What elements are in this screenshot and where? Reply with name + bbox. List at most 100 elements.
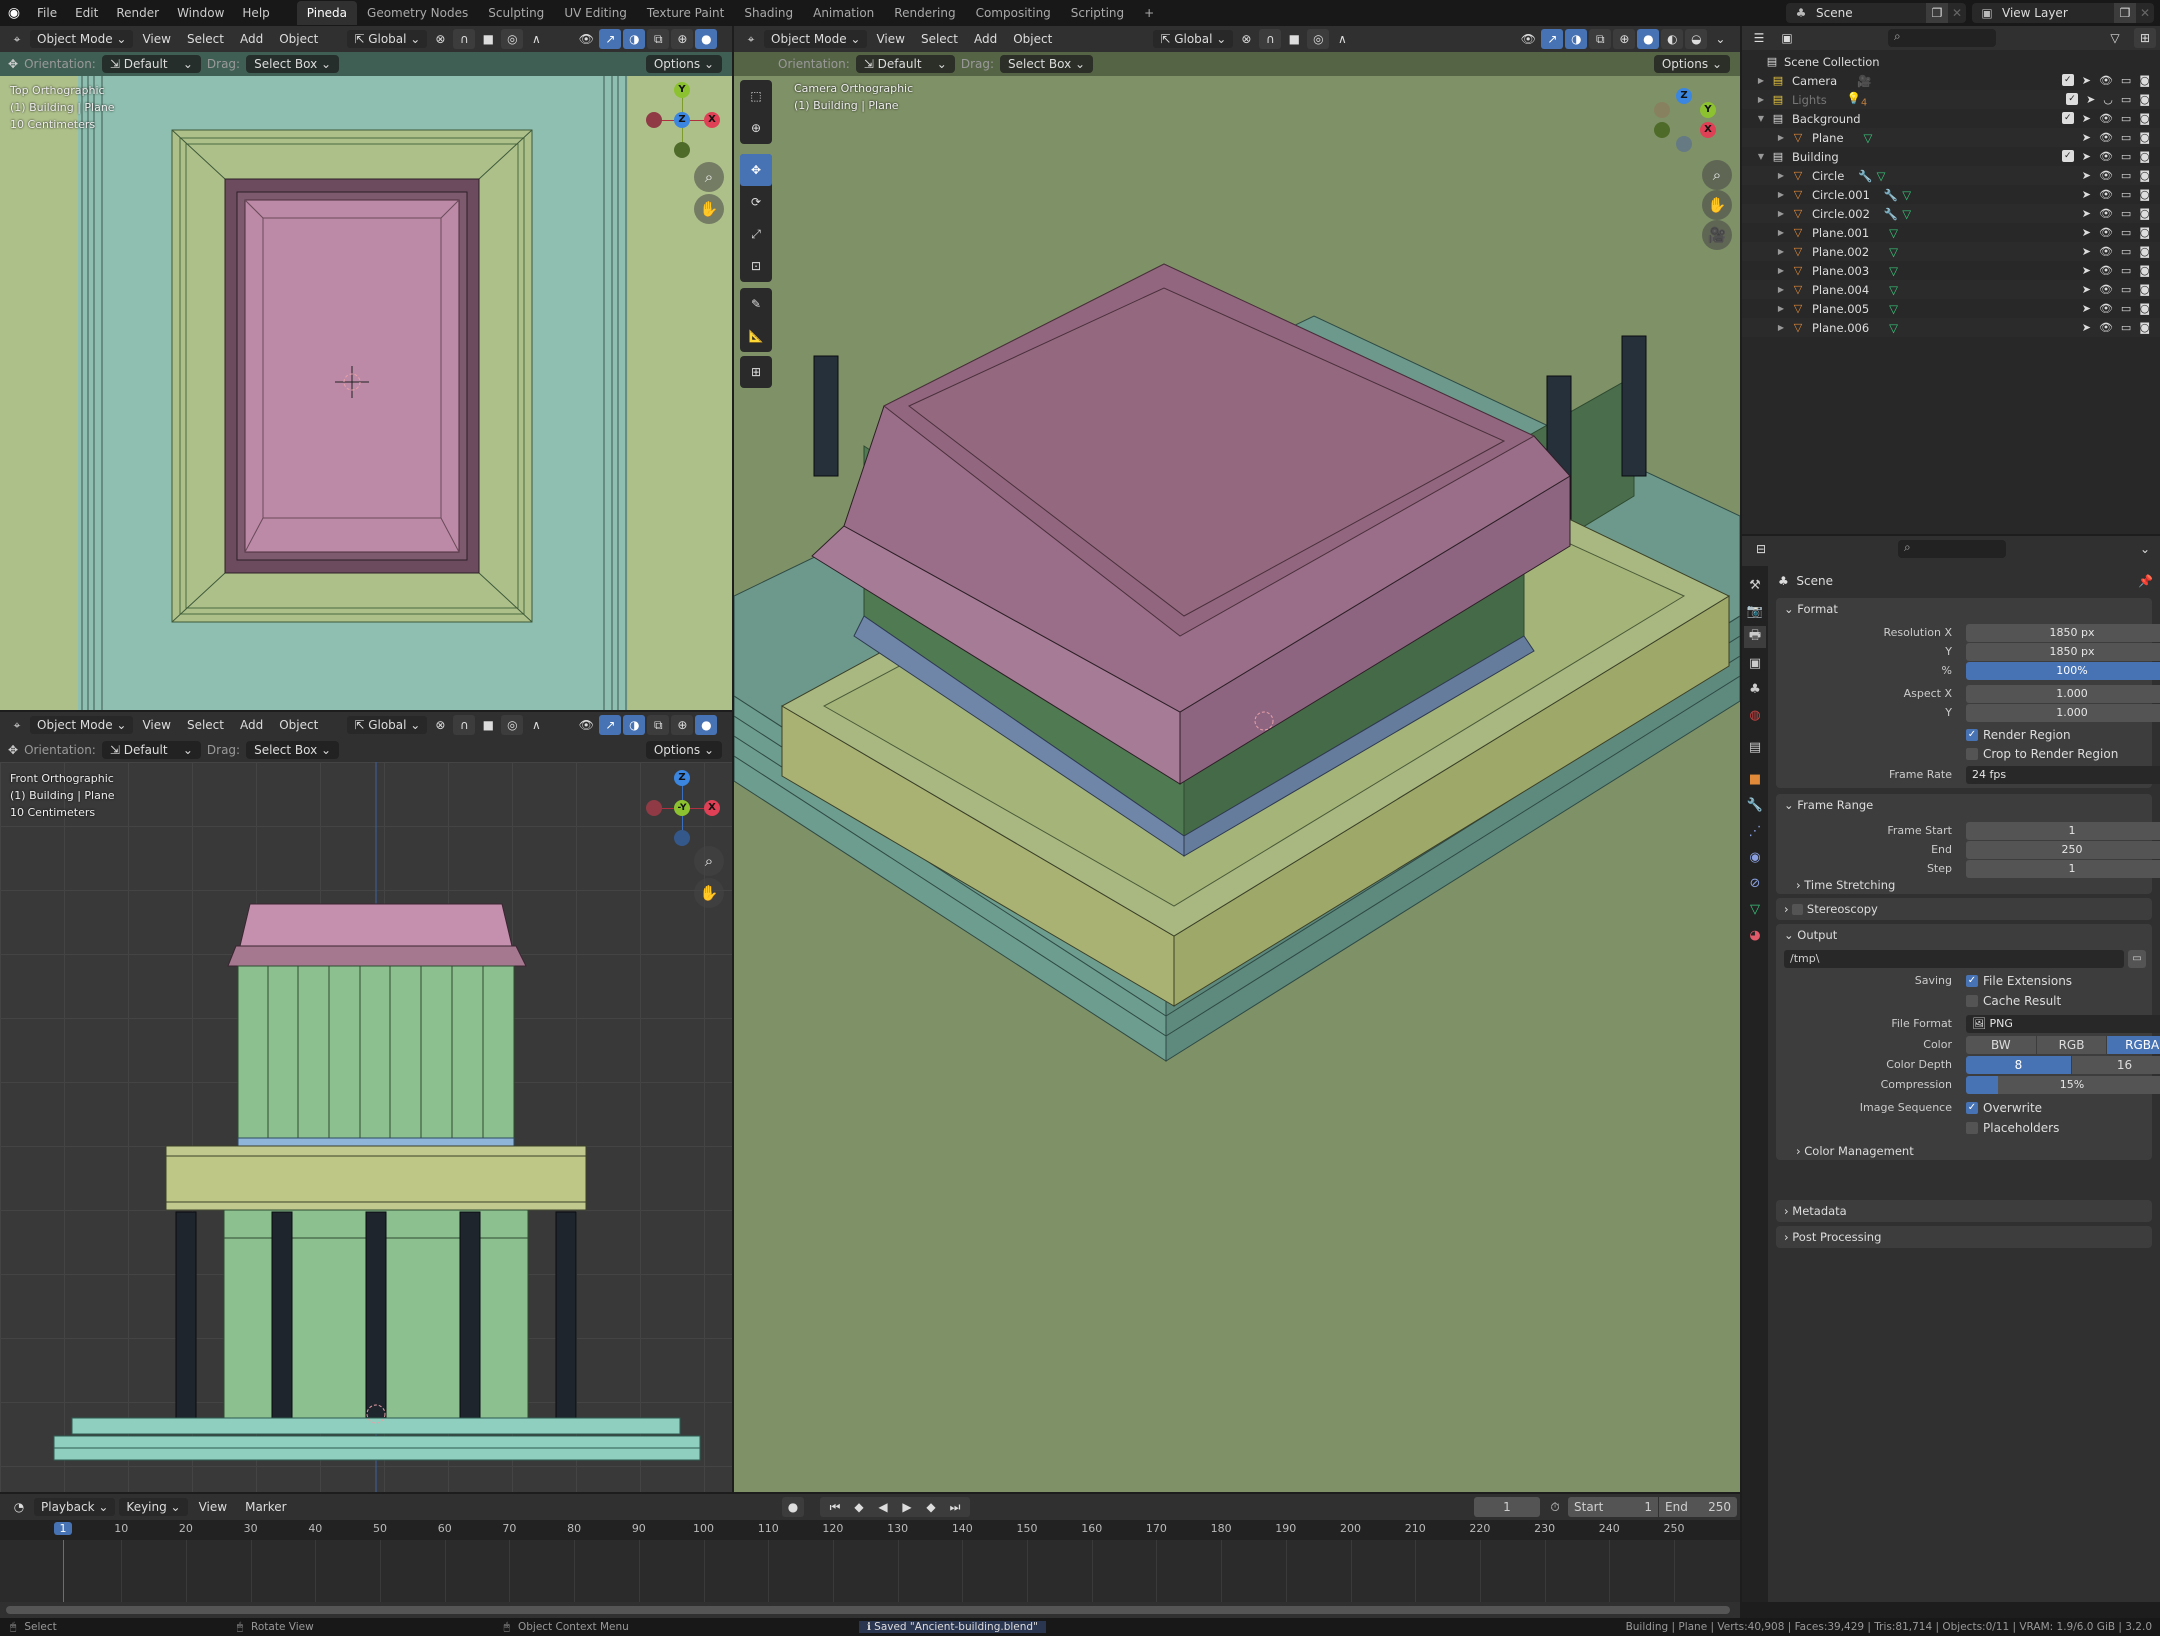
mode-dropdown[interactable]: Object Mode ⌄	[30, 30, 134, 48]
expand-toggle-icon[interactable]: ▶	[1776, 190, 1786, 199]
data-tab-icon[interactable]: ▽	[1744, 898, 1766, 920]
gizmo-neg-y[interactable]	[1654, 122, 1670, 138]
gizmo-z[interactable]: Z	[1676, 88, 1692, 104]
frame-range-header[interactable]: ⌄ Frame Range	[1784, 798, 1873, 812]
hide-eye-icon[interactable]: 👁	[2099, 74, 2113, 87]
file-format-dropdown[interactable]: 🖼 PNG⌄	[1966, 1015, 2160, 1033]
options-button[interactable]: Options ⌄	[1653, 55, 1730, 73]
visibility-icon[interactable]: 👁	[575, 29, 597, 49]
drag-dropdown[interactable]: Select Box ⌄	[246, 55, 340, 73]
snap-target-icon[interactable]: ■	[1283, 29, 1305, 49]
object-tab-icon[interactable]: ■	[1744, 768, 1766, 790]
marker-menu[interactable]: Marker	[238, 1498, 293, 1516]
expand-toggle-icon[interactable]: ▼	[1756, 114, 1766, 123]
editor-type-icon[interactable]: ⌖	[740, 29, 762, 49]
gizmo-neg-z[interactable]	[1676, 136, 1692, 152]
particles-tab-icon[interactable]: ⋰	[1744, 820, 1766, 842]
drag-dropdown[interactable]: Select Box ⌄	[246, 741, 340, 759]
proportional-edit-icon[interactable]: ◎	[1307, 29, 1330, 49]
menu-object[interactable]: Object	[272, 716, 325, 734]
zoom-icon[interactable]: ⌕	[694, 162, 724, 192]
jump-start-icon[interactable]: ⏮	[824, 1497, 846, 1517]
outliner-search-input[interactable]: ⌕	[1888, 29, 1996, 47]
overlay-toggle-icon[interactable]: ◑	[623, 715, 646, 735]
hide-eye-icon[interactable]: 👁	[2099, 302, 2113, 315]
render-disable-icon[interactable]: ◙	[2139, 93, 2150, 106]
close-view-layer-icon[interactable]: ✕	[2136, 6, 2154, 20]
gizmo-y[interactable]: Y	[1700, 102, 1716, 118]
tab-pineda[interactable]: Pineda	[296, 1, 358, 25]
prev-keyframe-icon[interactable]: ◆	[848, 1497, 870, 1517]
selectable-icon[interactable]: ➤	[2082, 245, 2091, 258]
xray-icon[interactable]: ⧉	[647, 29, 670, 49]
timeline-scrollbar[interactable]	[6, 1606, 1730, 1614]
viewport-disable-icon[interactable]: ▭	[2121, 264, 2131, 277]
gizmo-toggle-icon[interactable]: ↗	[599, 29, 622, 49]
menu-object[interactable]: Object	[1006, 30, 1059, 48]
stereoscopy-checkbox[interactable]	[1792, 904, 1804, 915]
outliner-item[interactable]: ▶ ▤ Lights 💡4 ✓ ➤ ◡ ▭ ◙	[1742, 90, 2160, 109]
hide-eye-icon[interactable]: 👁	[2099, 264, 2113, 277]
frame-step-field[interactable]: 1	[1966, 860, 2160, 878]
cursor-tool-icon[interactable]: ⊕	[740, 112, 772, 144]
aspect-y-field[interactable]: 1.000	[1966, 704, 2160, 722]
mesh-data-icon[interactable]: ▽	[1902, 207, 1911, 221]
gizmo-neg-y[interactable]	[674, 142, 690, 158]
constraints-tab-icon[interactable]: ⊘	[1744, 872, 1766, 894]
hide-eye-icon[interactable]: 👁	[2099, 169, 2113, 182]
render-disable-icon[interactable]: ◙	[2139, 245, 2150, 258]
mode-dropdown[interactable]: Object Mode ⌄	[764, 30, 868, 48]
timeline-view-menu[interactable]: View	[192, 1498, 234, 1516]
mesh-data-icon[interactable]: ▽	[1877, 169, 1886, 183]
menu-add[interactable]: Add	[233, 30, 270, 48]
gizmo-neg-y[interactable]: -Y	[674, 800, 690, 816]
menu-add[interactable]: Add	[967, 30, 1004, 48]
expand-toggle-icon[interactable]: ▶	[1776, 247, 1786, 256]
hide-eye-icon[interactable]: 👁	[2099, 188, 2113, 201]
editor-type-icon[interactable]: ⌖	[6, 29, 28, 49]
exclude-checkbox[interactable]: ✓	[2066, 93, 2079, 105]
menu-select[interactable]: Select	[914, 30, 965, 48]
expand-toggle-icon[interactable]: ▼	[1756, 152, 1766, 161]
world-tab-icon[interactable]: ◍	[1744, 704, 1766, 726]
render-disable-icon[interactable]: ◙	[2139, 112, 2150, 125]
top-orthographic-viewport[interactable]: Top Orthographic (1) Building | Plane 10…	[0, 76, 732, 710]
visibility-icon[interactable]: 👁	[575, 715, 597, 735]
menu-select[interactable]: Select	[180, 30, 231, 48]
scene-selector[interactable]: ♣ Scene ❐ ✕	[1786, 3, 1966, 23]
end-frame-field[interactable]: End 250	[1659, 1497, 1737, 1517]
expand-toggle-icon[interactable]: ▶	[1776, 209, 1786, 218]
format-panel-header[interactable]: ⌄ Format	[1784, 602, 1838, 616]
playhead-frame-indicator[interactable]: 1	[54, 1522, 72, 1535]
solid-shading-icon[interactable]: ●	[1637, 29, 1660, 49]
render-disable-icon[interactable]: ◙	[2139, 226, 2150, 239]
playback-menu[interactable]: Playback ⌄	[34, 1498, 116, 1516]
pivot-icon[interactable]: ⊗	[429, 715, 451, 735]
transform-tool-icon[interactable]: ⊡	[740, 250, 772, 282]
menu-view[interactable]: View	[135, 716, 177, 734]
mesh-data-icon[interactable]: ▽	[1889, 245, 1898, 259]
report-message[interactable]: ℹ Saved "Ancient-building.blend"	[858, 1621, 1046, 1633]
viewport-disable-icon[interactable]: ▭	[2121, 245, 2131, 258]
menu-render[interactable]: Render	[107, 0, 168, 26]
snap-icon[interactable]: ∩	[453, 715, 476, 735]
gizmo-x[interactable]: X	[704, 112, 720, 128]
scale-tool-icon[interactable]: ⤢	[740, 218, 772, 250]
pan-hand-icon[interactable]: ✋	[1702, 190, 1732, 220]
options-button[interactable]: Options ⌄	[645, 741, 722, 759]
viewport-disable-icon[interactable]: ▭	[2121, 283, 2131, 296]
blender-logo-icon[interactable]: ◉	[0, 5, 28, 21]
render-disable-icon[interactable]: ◙	[2139, 74, 2150, 87]
selectable-icon[interactable]: ➤	[2082, 150, 2091, 163]
scene-name[interactable]: Scene	[1816, 6, 1926, 20]
cache-result-checkbox[interactable]: Cache Result	[1966, 992, 2061, 1010]
tab-animation[interactable]: Animation	[803, 1, 884, 25]
properties-editor-icon[interactable]: ⊟	[1750, 539, 1772, 559]
gizmo-neg-z[interactable]	[674, 830, 690, 846]
selectable-icon[interactable]: ➤	[2082, 74, 2091, 87]
viewport-disable-icon[interactable]: ▭	[2121, 169, 2131, 182]
render-region-checkbox[interactable]: ✓ Render Region	[1966, 726, 2071, 744]
orientation-dropdown[interactable]: ⇲ Default ⌄	[855, 55, 955, 73]
render-disable-icon[interactable]: ◙	[2139, 188, 2150, 201]
modifier-icon[interactable]: 🔧	[1884, 207, 1898, 221]
